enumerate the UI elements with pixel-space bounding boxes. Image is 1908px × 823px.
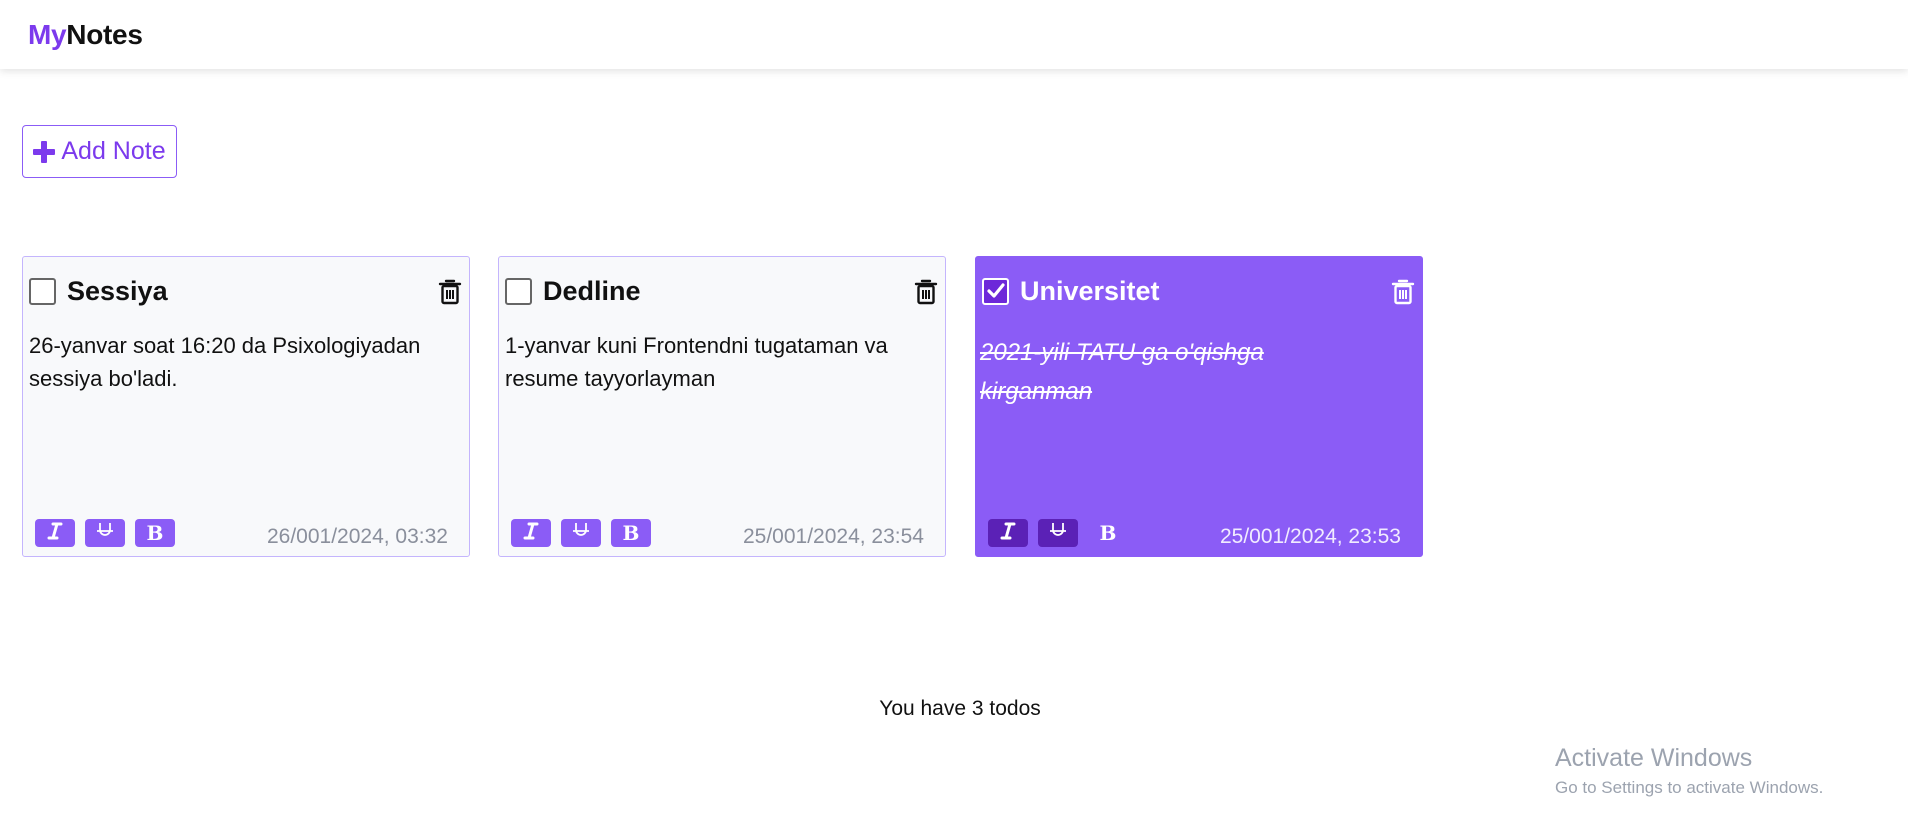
windows-activation-watermark: Activate Windows Go to Settings to activ… [1555, 743, 1823, 801]
app-logo[interactable]: MyNotes [28, 19, 143, 51]
note-title: Sessiya [67, 275, 168, 306]
note-body: 26-yanvar soat 16:20 da Psixologiyadan s… [29, 333, 421, 391]
todo-count: You have 3 todos [879, 697, 1041, 720]
add-note-label: Add Note [61, 137, 166, 165]
note-header: Sessiya [29, 274, 463, 308]
note-card: Sessiya 26-yanvar soat 16:20 da Psixolog… [22, 256, 470, 557]
note-title: Universitet [1020, 275, 1160, 306]
bold-label: B [1099, 521, 1117, 545]
trash-icon[interactable] [913, 278, 939, 306]
watermark-subtitle: Go to Settings to activate Windows. [1555, 778, 1824, 797]
note-header: Dedline [505, 274, 939, 308]
strikethrough-icon [95, 521, 115, 546]
note-date: 25/001/2024, 23:53 [1219, 525, 1401, 548]
navbar: MyNotes [0, 0, 1908, 69]
strikethrough-button[interactable] [85, 519, 125, 547]
logo-my: My [28, 18, 67, 50]
format-toolbar: B [511, 519, 651, 547]
strikethrough-button[interactable] [561, 519, 601, 547]
italic-icon [46, 521, 64, 545]
note-header: Universitet [982, 274, 1416, 308]
note-card: Universitet 2021-yili TATU ga o'qishga k… [975, 256, 1423, 557]
note-body: 1-yanvar kuni Frontendni tugataman va re… [505, 333, 888, 391]
italic-button[interactable] [988, 519, 1028, 547]
trash-icon[interactable] [1390, 278, 1416, 306]
strikethrough-button[interactable] [1038, 519, 1078, 547]
trash-icon[interactable] [437, 278, 463, 306]
watermark-title: Activate Windows [1555, 744, 1753, 772]
note-body: 2021-yili TATU ga o'qishga kirganman [980, 339, 1264, 405]
strikethrough-icon [571, 521, 591, 546]
format-toolbar: B [988, 519, 1128, 547]
plus-icon [33, 140, 56, 163]
italic-icon [999, 521, 1017, 545]
format-toolbar: B [35, 519, 175, 547]
bold-label: B [622, 521, 640, 545]
add-note-button[interactable]: Add Note [22, 125, 177, 178]
note-done-checkbox[interactable] [982, 277, 1009, 305]
note-done-checkbox[interactable] [29, 277, 56, 305]
note-date: 25/001/2024, 23:54 [742, 525, 924, 548]
note-date: 26/001/2024, 03:32 [266, 525, 448, 548]
strikethrough-icon [1048, 521, 1068, 546]
bold-button[interactable]: B [1088, 519, 1128, 547]
logo-notes: Notes [66, 18, 143, 50]
bold-button[interactable]: B [135, 519, 175, 547]
bold-button[interactable]: B [611, 519, 651, 547]
note-done-checkbox[interactable] [505, 277, 532, 305]
italic-icon [522, 521, 540, 545]
bold-label: B [146, 521, 164, 545]
note-card: Dedline 1-yanvar kuni Frontendni tugatam… [498, 256, 946, 557]
italic-button[interactable] [35, 519, 75, 547]
italic-button[interactable] [511, 519, 551, 547]
note-title: Dedline [543, 275, 641, 306]
